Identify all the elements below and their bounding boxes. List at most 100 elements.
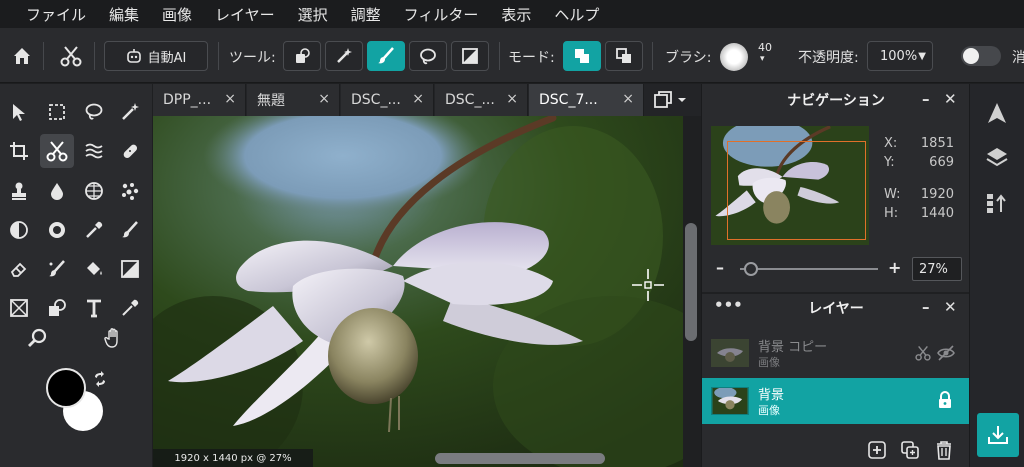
eraser-tool-icon[interactable]: [2, 252, 36, 286]
tab-label: DPP_...: [163, 92, 212, 108]
tab-dsc-2[interactable]: DSC_... ×: [435, 84, 528, 116]
tab-overflow-icon[interactable]: [651, 90, 687, 114]
eyedropper-tool-icon[interactable]: [77, 213, 111, 247]
trash-icon[interactable]: [935, 440, 953, 460]
zoom-out-icon[interactable]: –: [716, 258, 724, 277]
cutout-tool-icon[interactable]: [40, 134, 74, 168]
tab-dsc-1[interactable]: DSC_... ×: [341, 84, 434, 116]
navigator-icon[interactable]: [986, 102, 1008, 124]
move-tool-icon[interactable]: [2, 95, 36, 129]
opacity-select[interactable]: 100% ▼: [867, 41, 933, 71]
tab-untitled[interactable]: 無題 ×: [247, 84, 340, 116]
brush-mode-fill-button[interactable]: [283, 41, 321, 71]
y-label: Y:: [884, 155, 895, 170]
lock-icon[interactable]: [937, 391, 953, 409]
auto-ai-button[interactable]: 自動AI: [104, 41, 208, 71]
tab-dpp[interactable]: DPP_... ×: [153, 84, 246, 116]
hand-tool-icon[interactable]: [97, 321, 131, 355]
menu-file[interactable]: ファイル: [26, 4, 86, 25]
menu-view[interactable]: 表示: [501, 4, 531, 25]
brush-button[interactable]: [367, 41, 405, 71]
layer-row[interactable]: 背景 コピー 画像: [702, 330, 970, 376]
fill-brush-icon: [296, 48, 310, 63]
minimize-icon[interactable]: –: [922, 90, 930, 108]
brush-size-stepper-icon[interactable]: ▾: [760, 54, 765, 64]
stamp-tool-icon[interactable]: [2, 174, 36, 208]
brush-preview[interactable]: [720, 43, 748, 71]
shape-tool-icon[interactable]: [40, 291, 74, 325]
mode-subtract-button[interactable]: [605, 41, 643, 71]
frame-tool-icon[interactable]: [2, 291, 36, 325]
tool-label: ツール:: [229, 50, 276, 66]
close-icon[interactable]: ×: [506, 91, 518, 107]
marquee-tool-icon[interactable]: [40, 95, 74, 129]
lasso-button[interactable]: [409, 41, 447, 71]
zoom-in-icon[interactable]: +: [888, 258, 901, 277]
tool-panel: [0, 84, 152, 467]
magic-wand-tool-icon[interactable]: [113, 95, 147, 129]
close-icon[interactable]: ✕: [944, 298, 957, 316]
zoom-input[interactable]: 27%: [912, 257, 962, 281]
menu-edit[interactable]: 編集: [109, 4, 139, 25]
dots-tool-icon[interactable]: [113, 174, 147, 208]
text-tool-icon[interactable]: [77, 291, 111, 325]
history-icon[interactable]: [985, 192, 1009, 214]
layer-row-active[interactable]: 背景 画像: [702, 378, 970, 424]
more-options-icon[interactable]: •••: [714, 296, 743, 314]
gradient-button[interactable]: [451, 41, 489, 71]
image-canvas[interactable]: 1920 x 1440 px @ 27%: [153, 116, 683, 467]
minimize-icon[interactable]: –: [922, 298, 930, 316]
zoom-slider[interactable]: [740, 268, 878, 270]
sponge-tool-icon[interactable]: [40, 213, 74, 247]
pen-tool-icon[interactable]: [113, 213, 147, 247]
menu-adjust[interactable]: 調整: [351, 4, 381, 25]
close-icon[interactable]: ✕: [944, 90, 957, 108]
scissors-icon[interactable]: [58, 41, 84, 71]
duplicate-layer-icon[interactable]: [901, 441, 919, 459]
foreground-color-swatch[interactable]: [46, 368, 86, 408]
crop-tool-icon[interactable]: [2, 134, 36, 168]
mode-add-button[interactable]: [563, 41, 601, 71]
close-icon[interactable]: ×: [622, 91, 634, 107]
horizontal-scrollbar[interactable]: [435, 453, 605, 464]
close-icon[interactable]: ×: [318, 91, 330, 107]
visibility-off-icon[interactable]: [937, 345, 955, 361]
zoom-tool-icon[interactable]: [21, 321, 55, 355]
bandage-tool-icon[interactable]: [113, 134, 147, 168]
tab-dsc-7[interactable]: DSC_7... ×: [529, 84, 644, 116]
smudge-tool-icon[interactable]: [40, 252, 74, 286]
vertical-scrollbar[interactable]: [685, 223, 697, 341]
zoom-slider-handle[interactable]: [744, 262, 759, 276]
menu-layer[interactable]: レイヤー: [215, 4, 275, 25]
gradient-tool-icon[interactable]: [113, 252, 147, 286]
layers-icon[interactable]: [985, 146, 1009, 168]
pattern-tool-icon[interactable]: [77, 174, 111, 208]
liquify-tool-icon[interactable]: [77, 134, 111, 168]
mode-union-icon: [575, 49, 589, 63]
photo-flower: [153, 116, 683, 467]
menu-image[interactable]: 画像: [162, 4, 192, 25]
add-layer-icon[interactable]: [868, 441, 886, 459]
navigator-view-frame[interactable]: [727, 141, 866, 240]
nav-coords: X: 1851 Y: 669 W: 1920 H: 1440: [884, 136, 954, 225]
drop-tool-icon[interactable]: [40, 174, 74, 208]
home-icon[interactable]: [10, 41, 34, 71]
tab-label: DSC_...: [351, 92, 401, 108]
download-button[interactable]: [977, 413, 1019, 457]
magic-wand-button[interactable]: [325, 41, 363, 71]
mode-label: モード:: [508, 50, 555, 66]
bucket-tool-icon[interactable]: [77, 252, 111, 286]
mode-subtract-icon: [616, 48, 631, 63]
color-picker-tool-icon[interactable]: [113, 291, 147, 325]
navigator-thumbnail[interactable]: [711, 126, 869, 245]
dodge-tool-icon[interactable]: [2, 213, 36, 247]
swap-colors-icon[interactable]: [92, 371, 108, 391]
lasso-tool-icon[interactable]: [77, 95, 111, 129]
toggle-switch[interactable]: [961, 46, 1001, 66]
close-icon[interactable]: ×: [224, 91, 236, 107]
menu-help[interactable]: ヘルプ: [554, 4, 599, 25]
menu-select[interactable]: 選択: [298, 4, 328, 25]
menu-filter[interactable]: フィルター: [404, 4, 479, 25]
opacity-label: 不透明度:: [798, 50, 859, 66]
close-icon[interactable]: ×: [412, 91, 424, 107]
